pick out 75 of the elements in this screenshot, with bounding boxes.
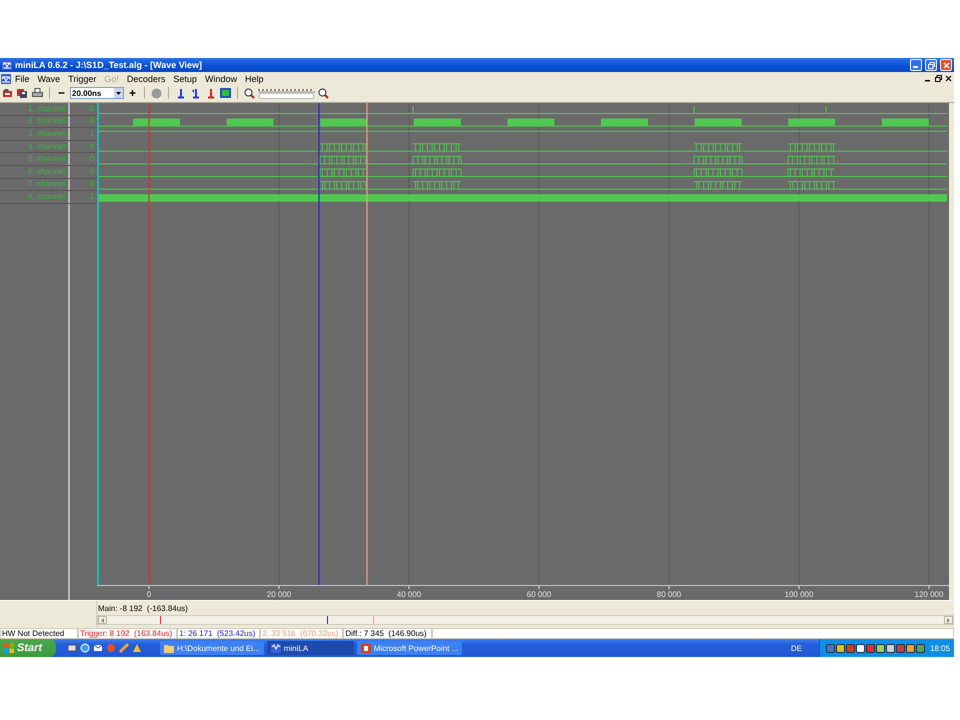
close-icon xyxy=(944,75,952,82)
taskbar-button[interactable]: Microsoft PowerPoint ... xyxy=(356,641,462,655)
triangle-icon[interactable] xyxy=(132,643,142,653)
channel-name: 8. channel xyxy=(27,191,66,203)
cursor-position-mark xyxy=(373,616,374,624)
axis-tick-label: 40 000 xyxy=(396,590,422,599)
channel-name: 7. channel xyxy=(27,178,66,190)
axis-tick-label: 120 000 xyxy=(914,590,944,599)
channel-name: 6. channel xyxy=(27,166,66,178)
save-wave-icon[interactable] xyxy=(219,86,232,100)
app-icon xyxy=(2,60,12,70)
status-field: 1: 26 171 (523.42us) xyxy=(177,628,260,639)
channel-value: 0 xyxy=(68,178,97,190)
clock: 18:05 xyxy=(930,644,950,652)
scroll-right-button[interactable] xyxy=(944,616,953,624)
status-field: Diff.: 7 345 (146.90us) xyxy=(343,628,432,639)
axis-tick-label: 80 000 xyxy=(656,590,682,599)
save-icon[interactable] xyxy=(16,86,29,100)
axis-tick-label: 100 000 xyxy=(784,590,814,599)
presentation-icon xyxy=(360,644,371,652)
taskbar-button[interactable]: H:\Dokumente und Ei... xyxy=(160,641,264,655)
channel-value: 1 xyxy=(68,128,97,140)
status-field: Trigger: 8 192 (163.84us) xyxy=(78,628,178,639)
menu-item[interactable]: Window xyxy=(200,74,241,84)
window-title: miniLA 0.6.2 - J:\S1D_Test.alg - [Wave View] xyxy=(15,60,204,70)
channel-value: 1 xyxy=(68,191,97,203)
status-field: 2: 33 516 (670.32us) xyxy=(260,628,344,639)
channel-name: 2. channel xyxy=(27,116,66,128)
horizontal-scrollbar[interactable] xyxy=(97,615,954,625)
channel-value: 0 xyxy=(68,103,97,115)
language-indicator[interactable]: DE xyxy=(790,644,802,652)
channel-value: 0 xyxy=(68,116,97,128)
document-icon xyxy=(1,74,11,84)
zoom-in-icon[interactable] xyxy=(317,86,330,100)
taskbar-button[interactable]: miniLA xyxy=(266,641,354,655)
axis-tick-label: 20 000 xyxy=(266,590,292,599)
channel-name: 5. channel xyxy=(27,153,66,165)
globe-icon[interactable] xyxy=(80,643,90,653)
dropdown-arrow-icon xyxy=(116,92,121,94)
tool-icon[interactable] xyxy=(119,643,129,653)
status-field: HW Not Detected xyxy=(0,628,78,639)
zoom-combobox[interactable]: 20.00ns xyxy=(70,87,124,99)
channel-name: 3. channel xyxy=(27,128,66,140)
print-icon[interactable] xyxy=(31,86,44,100)
scroll-left-button[interactable] xyxy=(98,616,107,624)
channel-name: 1. channel xyxy=(27,103,66,115)
mail-icon[interactable] xyxy=(93,643,103,653)
close-icon xyxy=(942,62,950,68)
main-position-text: Main: -8 192 (-163.84us) xyxy=(97,603,189,613)
channel-value: 0 xyxy=(68,153,97,165)
axis-tick-label: 0 xyxy=(146,590,152,599)
zoom-out-icon[interactable] xyxy=(243,86,256,100)
menu-item[interactable]: Decoders xyxy=(122,74,170,84)
windows-flag-icon xyxy=(4,643,14,653)
zoom-in-button[interactable]: + xyxy=(126,86,139,100)
zoom-out-button[interactable]: − xyxy=(55,86,68,100)
restore-button[interactable] xyxy=(933,74,943,83)
maximize-button[interactable] xyxy=(925,59,937,71)
channel-value: 0 xyxy=(68,166,97,178)
app-icon xyxy=(270,644,281,652)
menu-item[interactable]: Setup xyxy=(169,74,201,84)
close-button[interactable] xyxy=(943,74,953,83)
folder-icon xyxy=(164,644,174,652)
open-folder-icon[interactable] xyxy=(1,86,14,100)
menu-item[interactable]: Help xyxy=(240,74,268,84)
axis-tick-label: 60 000 xyxy=(526,590,552,599)
zoom-scale[interactable] xyxy=(258,87,315,99)
channel-name: 4. channel xyxy=(27,140,66,152)
desktop-icon[interactable] xyxy=(67,643,77,653)
channel-value: 0 xyxy=(68,140,97,152)
menu-item[interactable]: File xyxy=(11,74,34,84)
menu-item[interactable]: Trigger xyxy=(64,74,100,84)
menu-item[interactable]: Wave xyxy=(34,74,64,84)
cursor-position-mark xyxy=(160,616,161,624)
cursor-position-mark xyxy=(327,616,328,624)
